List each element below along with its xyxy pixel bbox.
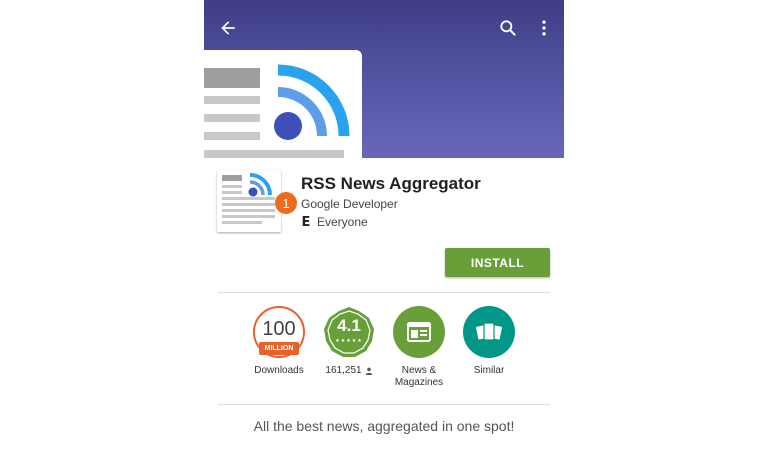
reviews-count-group: 161,251: [325, 365, 372, 377]
search-button[interactable]: [492, 12, 524, 44]
downloads-badge[interactable]: 100 MILLION Downloads: [239, 306, 319, 377]
install-button[interactable]: INSTALL: [445, 248, 550, 277]
callout-badge: 1: [275, 192, 297, 214]
person-icon: [365, 367, 372, 375]
developer-link[interactable]: Google Developer: [301, 197, 398, 211]
similar-disc: [463, 306, 515, 358]
reviews-count: 161,251: [325, 365, 362, 376]
app-title: RSS News Aggregator: [301, 174, 481, 193]
feature-banner: [204, 0, 564, 158]
rating-badge[interactable]: 4.1 ★★★★★ 161,251: [309, 306, 389, 377]
play-store-app-page: 1 RSS News Aggregator Google Developer E…: [204, 0, 564, 461]
similar-label: Similar: [473, 365, 505, 376]
similar-circle: [463, 306, 515, 358]
back-button[interactable]: [212, 12, 244, 44]
downloads-label: Downloads: [254, 365, 304, 376]
category-label: News & Magazines: [379, 365, 459, 389]
rating-stars: ★★★★★: [335, 338, 363, 344]
feature-graphic: [204, 50, 362, 158]
rating-disc: 4.1 ★★★★★: [323, 306, 375, 358]
divider: [218, 404, 550, 405]
search-icon: [500, 20, 516, 36]
rss-app-icon: [222, 173, 275, 224]
downloads-disc: 100 MILLION: [253, 306, 305, 358]
downloads-count: 100: [262, 317, 296, 340]
content-rating-label: Everyone: [317, 215, 368, 229]
app-description[interactable]: All the best news, aggregated in one spo…: [204, 418, 564, 434]
similar-badge[interactable]: Similar: [449, 306, 529, 377]
category-disc: [393, 306, 445, 358]
category-circle: [393, 306, 445, 358]
esrb-everyone-icon: E: [301, 214, 311, 230]
reviews-caption: 161,251: [309, 365, 389, 377]
newspaper-icon: [407, 322, 431, 342]
content-rating[interactable]: E Everyone: [301, 214, 368, 230]
app-icon[interactable]: [217, 170, 281, 232]
more-vert-icon: [542, 20, 546, 36]
arrow-back-icon: [221, 21, 235, 35]
divider: [218, 292, 550, 293]
category-label-text: News & Magazines: [394, 365, 444, 388]
more-options-button[interactable]: [528, 12, 560, 44]
downloads-unit: MILLION: [259, 342, 299, 355]
category-badge[interactable]: News & Magazines: [379, 306, 459, 389]
rating-value: 4.1: [337, 316, 361, 335]
similar-cards-icon: [476, 322, 502, 341]
toolbar: [204, 0, 564, 56]
rss-feed-illustration: [204, 64, 350, 158]
